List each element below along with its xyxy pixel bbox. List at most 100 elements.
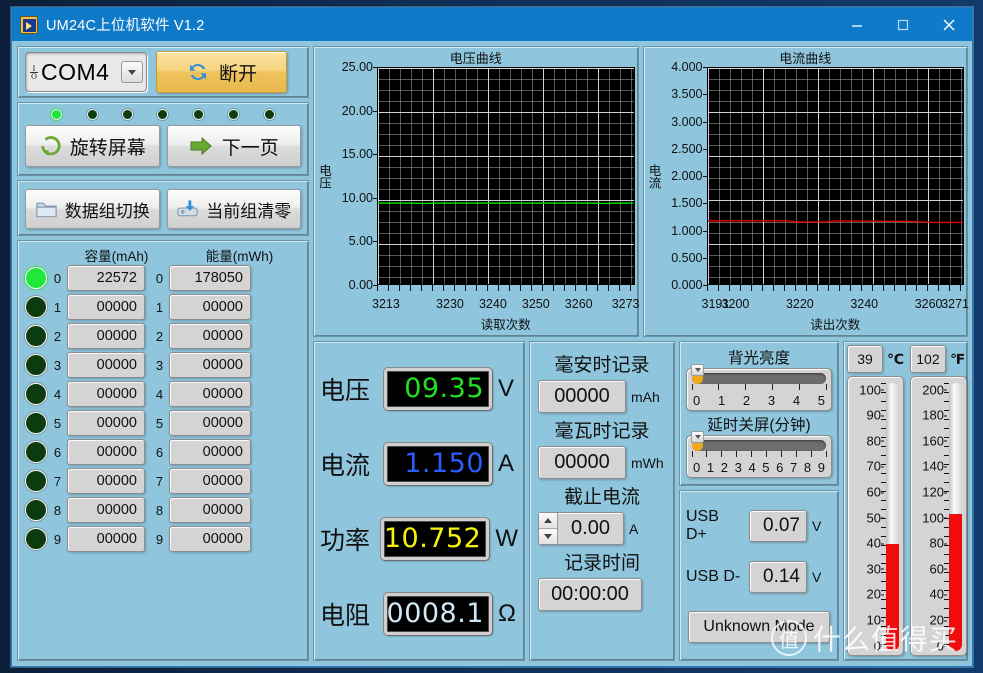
slider-tick-label: 2 [742, 393, 751, 408]
right-column: 电压曲线 电压 0.00 5.00 10.00 15.00 20.00 25.00 321… [313, 46, 969, 661]
meter-display: 0008.1 [384, 592, 492, 635]
meter-label: 电压 [320, 376, 371, 405]
backlight-track[interactable] [691, 364, 826, 384]
page-led-4 [192, 109, 204, 120]
rotate-screen-button[interactable]: 旋转屏幕 [25, 125, 160, 167]
row-energy-value: 00000 [169, 381, 251, 407]
current-chart-plot[interactable] [706, 67, 964, 285]
maximize-button[interactable] [880, 8, 926, 41]
backlight-slider[interactable]: 0 1 2 3 4 5 [686, 364, 832, 411]
usb-dp-label: USB D+ [686, 507, 719, 543]
meter-label: 电阻 [320, 601, 371, 630]
sleep-track[interactable] [691, 431, 826, 451]
meter-value: 09.35 [404, 373, 484, 404]
row-index-capacity: 5 [53, 415, 62, 431]
row-capacity-value: 00000 [67, 381, 145, 407]
table-row: 1 00000 1 00000 [25, 294, 301, 320]
voltage-chart-xlabel: 读取次数 [480, 318, 531, 332]
celsius-thermometer: 100 90 80 70 60 50 40 30 20 10 0 [847, 376, 904, 656]
x-tick-label: 3240 [478, 297, 507, 311]
sleep-slider[interactable]: 0123456789 [686, 431, 832, 478]
cutoff-current-stepper[interactable]: 0.00 [538, 512, 624, 545]
clear-group-button[interactable]: 当前组清零 [166, 189, 301, 229]
meter-display: 09.35 [384, 367, 492, 410]
controls-column: 背光亮度 012345 延时关屏(分钟) 0 1 2 3 4 5 6 7 8 9… [679, 341, 839, 661]
row-index-capacity: 7 [53, 473, 62, 489]
record-panel: 毫安时记录 00000 mAh 毫瓦时记录 00000 mWh 截止电流 0.0… [529, 341, 675, 661]
disconnect-button[interactable]: 断开 [156, 51, 287, 93]
save-clear-icon [177, 200, 198, 217]
row-index-energy: 5 [155, 415, 164, 431]
meter-display: 10.752 [381, 517, 490, 560]
x-tick-label: 3271 [941, 297, 970, 311]
minimize-button[interactable] [834, 8, 880, 41]
row-index-capacity: 6 [53, 444, 62, 460]
table-row: 6 00000 6 00000 [25, 439, 301, 465]
row-index-capacity: 2 [53, 328, 62, 344]
page-led-5 [228, 109, 240, 120]
folder-icon [36, 202, 57, 218]
y-tick-label: 0.000 [671, 278, 707, 292]
switch-group-button[interactable]: 数据组切换 [25, 189, 160, 229]
meter-row: 电阻 0008.1 Ω [320, 592, 518, 635]
meter-value: 1.150 [404, 448, 484, 479]
mwh-label: 毫瓦时记录 [554, 421, 650, 442]
slider-tick-label: 5 [817, 393, 825, 408]
row-index-energy: 0 [155, 270, 164, 286]
row-index-capacity: 9 [53, 531, 62, 547]
row-index-capacity: 8 [53, 502, 62, 518]
records-table-panel: 容量(mAh) 能量(mWh) 0 22572 0 178050 1 00000 1 0000… [17, 240, 309, 661]
stepper-down-icon[interactable] [539, 528, 557, 544]
row-energy-value: 00000 [169, 294, 251, 320]
row-index-energy: 6 [155, 444, 164, 460]
chevron-down-icon[interactable] [121, 61, 143, 83]
current-chart-xticks: 3191 3200 3220 3240 3260 3271 [701, 297, 969, 314]
row-index-energy: 4 [155, 386, 164, 402]
page-led-0 [51, 109, 63, 120]
thermo-tick-label: 60 [866, 484, 885, 500]
backlight-knob-cap[interactable] [691, 364, 704, 376]
row-index-energy: 2 [155, 328, 164, 344]
meter-label: 电流 [320, 451, 371, 480]
meter-unit: W [495, 524, 518, 552]
row-energy-value: 00000 [169, 468, 251, 494]
slider-tick-label: 2 [720, 460, 728, 475]
fahrenheit-tube [944, 383, 962, 651]
voltage-chart-panel: 电压曲线 电压 0.00 5.00 10.00 15.00 20.00 25.00 321… [313, 46, 640, 337]
group-buttons-panel: 数据组切换 当前组清零 [17, 180, 309, 236]
row-index-capacity: 1 [53, 299, 62, 315]
slider-tick-label: 1 [717, 393, 726, 408]
voltage-chart-plot[interactable] [377, 67, 635, 285]
y-tick-label: 3.500 [671, 87, 707, 102]
row-index-energy: 7 [155, 473, 164, 489]
row-led [25, 441, 47, 463]
switch-group-label: 数据组切换 [64, 201, 150, 221]
next-page-button[interactable]: 下一页 [166, 125, 301, 167]
slider-tick [771, 384, 773, 390]
slider-tick-label: 7 [790, 460, 798, 475]
row-energy-value: 00000 [169, 526, 251, 552]
row-energy-value: 00000 [169, 497, 251, 523]
record-time-value: 00:00:00 [538, 578, 642, 611]
celsius-unit: ℃ [887, 350, 904, 367]
row-energy-value: 178050 [169, 265, 251, 291]
sleep-tick-labels: 0123456789 [692, 460, 826, 475]
meter-unit: Ω [498, 599, 516, 627]
usb-dp-value: 0.07 [749, 509, 807, 542]
slider-tick-label: 0 [693, 460, 701, 475]
row-index-capacity: 0 [53, 270, 62, 286]
close-button[interactable] [926, 8, 972, 41]
sleep-knob-cap[interactable] [691, 431, 704, 443]
row-energy-value: 00000 [169, 352, 251, 378]
table-row: 4 00000 4 00000 [25, 381, 301, 407]
voltage-chart-trace [378, 68, 634, 284]
row-energy-value: 00000 [169, 410, 251, 436]
thermo-tick-label: 20 [866, 586, 885, 602]
rotate-arrow-icon [41, 136, 61, 156]
slider-tick-label: 4 [792, 393, 801, 408]
page-led-6 [263, 109, 275, 120]
com-port-select[interactable]: IO COM4 [25, 52, 147, 92]
fahrenheit-thermometer: 200 180 160 140 120 100 80 60 40 20 0 [910, 376, 967, 656]
x-tick-label: 3220 [785, 297, 814, 311]
stepper-up-icon[interactable] [539, 513, 557, 528]
